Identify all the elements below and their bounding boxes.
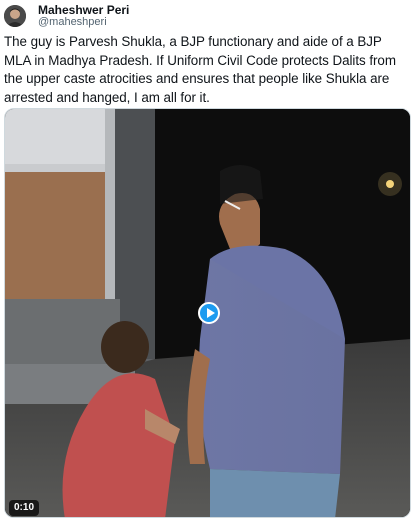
author-name[interactable]: Maheshwer Peri	[38, 3, 129, 17]
author-handle[interactable]: @maheshperi	[38, 16, 107, 29]
tweet-text: The guy is Parvesh Shukla, a BJP functio…	[4, 34, 396, 105]
play-button[interactable]	[198, 302, 220, 324]
video-duration: 0:10	[9, 500, 40, 516]
avatar-image	[4, 5, 26, 27]
avatar[interactable]	[4, 5, 26, 27]
video-player[interactable]: 0:10	[4, 108, 411, 518]
tweet: Maheshwer Peri @maheshperi The guy is Pa…	[0, 0, 413, 520]
